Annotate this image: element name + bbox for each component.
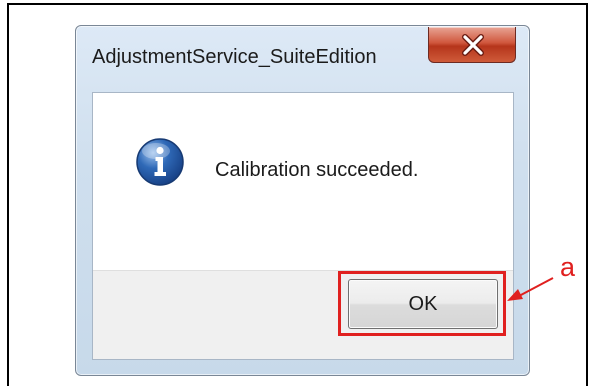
callout-arrow [507,277,554,301]
callout-label: a [560,252,576,282]
